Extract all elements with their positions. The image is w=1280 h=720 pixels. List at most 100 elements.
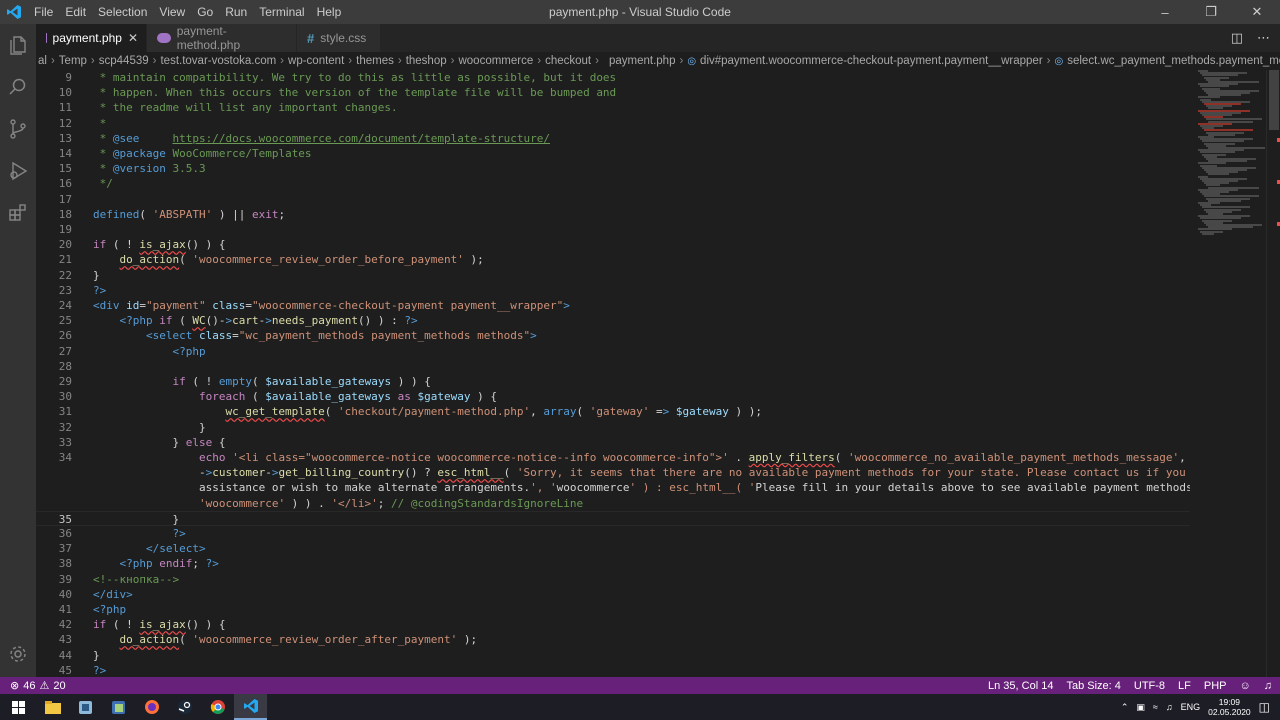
tab-payment-method-php[interactable]: payment-method.php (147, 24, 297, 52)
close-window-icon[interactable]: ✕ (1234, 0, 1280, 24)
code-line[interactable]: 43 do_action( 'woocommerce_review_order_… (36, 632, 1190, 647)
chrome-icon[interactable] (201, 694, 234, 720)
code-line[interactable]: assistance or wish to make alternate arr… (36, 480, 1190, 495)
firefox-icon[interactable] (135, 694, 168, 720)
code-line[interactable]: 21 do_action( 'woocommerce_review_order_… (36, 252, 1190, 267)
breadcrumb-item[interactable]: woocommerce (456, 55, 535, 67)
run-debug-icon[interactable] (0, 150, 36, 192)
chevron-up-icon[interactable]: ⌃ (1121, 702, 1129, 713)
search-icon[interactable] (0, 66, 36, 108)
breadcrumb-item[interactable]: div#payment.woocommerce-checkout-payment… (698, 55, 1045, 67)
vscode-taskbar-icon[interactable] (234, 694, 267, 720)
code-line[interactable]: 11 * the readme will list any important … (36, 100, 1190, 115)
code-line[interactable]: 16 */ (36, 176, 1190, 191)
menu-terminal[interactable]: Terminal (253, 0, 310, 24)
breadcrumb-item[interactable]: theshop (404, 55, 449, 67)
more-actions-icon[interactable]: ⋯ (1257, 30, 1270, 46)
code-line[interactable]: 42 if ( ! is_ajax() ) { (36, 617, 1190, 632)
code-line[interactable]: 23 ?> (36, 283, 1190, 298)
code-line[interactable]: 22} (36, 268, 1190, 283)
code-line[interactable]: 10 * happen. When this occurs the versio… (36, 85, 1190, 100)
action-center-icon[interactable]: ◫ (1259, 700, 1270, 714)
code-line[interactable]: 41 <?php (36, 602, 1190, 617)
source-control-icon[interactable] (0, 108, 36, 150)
breadcrumb-item[interactable]: payment.php (607, 55, 678, 67)
code-line[interactable]: 36 ?> (36, 526, 1190, 541)
code-line[interactable]: 39 <!--кнопка--> (36, 572, 1190, 587)
menu-edit[interactable]: Edit (59, 0, 92, 24)
file-explorer-icon[interactable] (36, 694, 69, 720)
menu-help[interactable]: Help (311, 0, 348, 24)
code-line[interactable]: 31 wc_get_template( 'checkout/payment-me… (36, 404, 1190, 419)
code-line[interactable]: 38 <?php endif; ?> (36, 556, 1190, 571)
code-line[interactable]: 34 echo '<li class="woocommerce-notice w… (36, 450, 1190, 465)
breadcrumb-item[interactable]: wp-content (286, 55, 346, 67)
problems-indicator[interactable]: ⊗ 46 ⚠ 20 (0, 679, 66, 693)
code-line[interactable]: 24 <div id="payment" class="woocommerce-c… (36, 298, 1190, 313)
code-line[interactable]: 44} (36, 648, 1190, 663)
code-line[interactable]: 27 <?php (36, 344, 1190, 359)
input-language[interactable]: ENG (1181, 702, 1201, 712)
language-mode[interactable]: PHP (1204, 680, 1227, 692)
code-line[interactable]: 29 if ( ! empty( $available_gateways ) )… (36, 374, 1190, 389)
tab-style-css[interactable]: # style.css (297, 24, 381, 52)
code-line[interactable]: 45 ?> (36, 663, 1190, 677)
minimap[interactable] (1190, 70, 1266, 677)
volume-icon[interactable]: ♫ (1166, 702, 1173, 712)
menu-run[interactable]: Run (219, 0, 253, 24)
code-line[interactable]: 32 } (36, 420, 1190, 435)
code-line[interactable]: 17 (36, 192, 1190, 207)
breadcrumb-item[interactable]: al (36, 55, 49, 67)
code-line[interactable]: 25 <?php if ( WC()->cart->needs_payment(… (36, 313, 1190, 328)
menu-go[interactable]: Go (191, 0, 219, 24)
code-line[interactable]: 37 </select> (36, 541, 1190, 556)
breadcrumb-item[interactable]: checkout (543, 55, 593, 67)
tab-size[interactable]: Tab Size: 4 (1066, 680, 1120, 692)
scrollbar-thumb[interactable] (1269, 70, 1279, 130)
notifications-bell-icon[interactable]: ♫ (1264, 680, 1272, 692)
breadcrumb-item[interactable]: themes (354, 55, 396, 67)
code-line[interactable]: 20 if ( ! is_ajax() ) { (36, 237, 1190, 252)
end-of-line[interactable]: LF (1178, 680, 1191, 692)
code-line[interactable]: 33 } else { (36, 435, 1190, 450)
code-line[interactable]: 30 foreach ( $available_gateways as $gat… (36, 389, 1190, 404)
cursor-position[interactable]: Ln 35, Col 14 (988, 680, 1053, 692)
menu-selection[interactable]: Selection (92, 0, 153, 24)
breadcrumb-item[interactable]: select.wc_payment_methods.payment_method… (1065, 55, 1280, 67)
vertical-scrollbar[interactable] (1266, 70, 1280, 677)
code-line[interactable]: 15 * @version 3.5.3 (36, 161, 1190, 176)
code-line[interactable]: 'woocommerce' ) ) . '</li>'; // @codingS… (36, 496, 1190, 511)
code-editor[interactable]: 9 * maintain compatibility. We try to do… (36, 70, 1190, 677)
feedback-icon[interactable]: ☺ (1240, 680, 1251, 692)
code-line[interactable]: 13 * @see https://docs.woocommerce.com/d… (36, 131, 1190, 146)
code-line[interactable]: 12 * (36, 116, 1190, 131)
code-line[interactable]: 28 (36, 359, 1190, 374)
windows-start-icon[interactable] (0, 694, 36, 720)
manage-gear-icon[interactable] (0, 633, 36, 675)
code-line[interactable]: 35 } (36, 510, 1190, 526)
file-encoding[interactable]: UTF-8 (1134, 680, 1165, 692)
breadcrumb-item[interactable]: scp44539 (97, 55, 151, 67)
extensions-icon[interactable] (0, 192, 36, 234)
code-line[interactable]: 14 * @package WooCommerce/Templates (36, 146, 1190, 161)
code-line[interactable]: 26 <select class="wc_payment_methods pay… (36, 328, 1190, 343)
app-icon[interactable] (69, 694, 102, 720)
wifi-icon[interactable]: ≈ (1153, 702, 1158, 712)
app-icon[interactable] (102, 694, 135, 720)
network-icon[interactable]: ▣ (1136, 702, 1145, 713)
tab-payment-php[interactable]: payment.php ✕ (36, 24, 147, 52)
minimize-icon[interactable]: – (1142, 0, 1188, 24)
close-tab-icon[interactable]: ✕ (128, 31, 138, 45)
code-line[interactable]: 19 (36, 222, 1190, 237)
steam-icon[interactable] (168, 694, 201, 720)
menu-view[interactable]: View (153, 0, 191, 24)
code-line[interactable]: ->customer->get_billing_country() ? esc_… (36, 465, 1190, 480)
restore-icon[interactable]: ❐ (1188, 0, 1234, 24)
clock[interactable]: 19:09 02.05.2020 (1208, 697, 1251, 717)
code-line[interactable]: 40 </div> (36, 587, 1190, 602)
breadcrumb-item[interactable]: test.tovar-vostoka.com (158, 55, 278, 67)
code-line[interactable]: 18 defined( 'ABSPATH' ) || exit; (36, 207, 1190, 222)
menu-file[interactable]: File (28, 0, 59, 24)
code-line[interactable]: 9 * maintain compatibility. We try to do… (36, 70, 1190, 85)
explorer-icon[interactable] (0, 24, 36, 66)
